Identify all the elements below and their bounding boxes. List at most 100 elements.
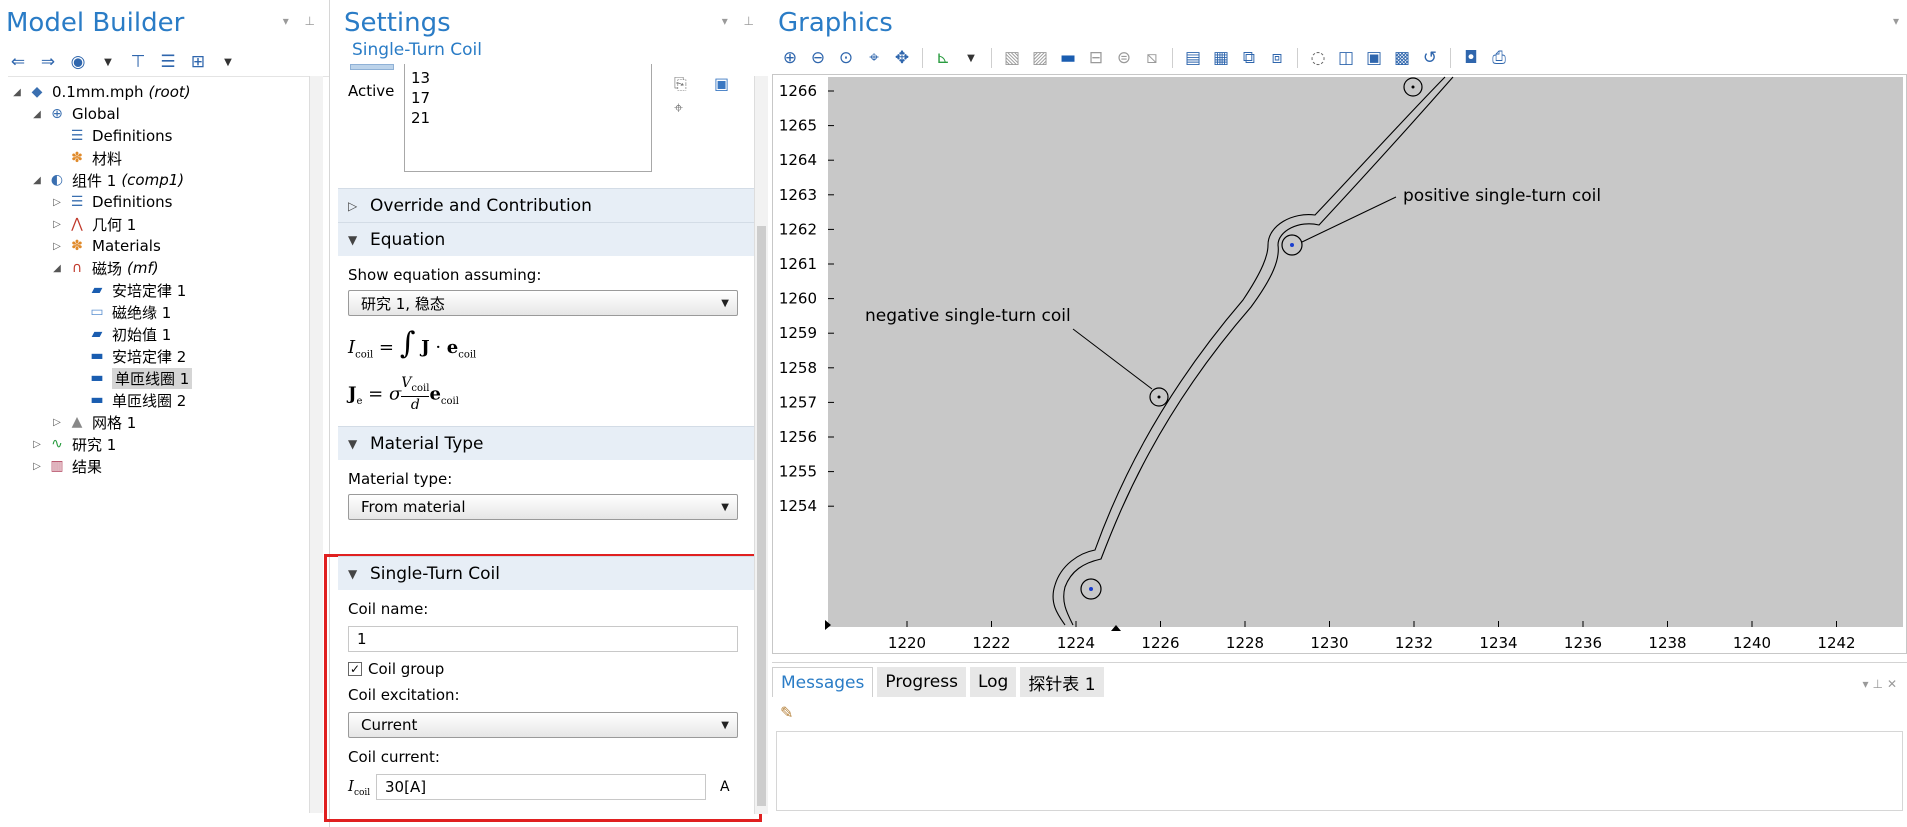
paste-icon[interactable]: ⎘ [674,74,687,94]
hide-icon[interactable]: ◌ [1306,46,1330,70]
print-icon[interactable]: ⎙ [1487,46,1511,70]
material-type-section-header[interactable]: ▼ Material Type [338,426,768,460]
tree-node[interactable]: ▰ 初始值 1 [8,323,329,345]
tree-expanded-icon[interactable]: ◢ [10,87,24,98]
messages-tab[interactable]: Progress [877,667,966,697]
tree-expanded-icon[interactable]: ◢ [30,109,44,120]
tree-node[interactable]: ▷ ⋀ 几何 1 [8,213,329,235]
geometry-plot[interactable]: 1266 1265 1264 1263 1262 1261 1260 1259 1258 1257… [773,75,1906,653]
coil-group-row[interactable]: ✓ Coil group [338,658,756,680]
settings-scrollbar[interactable] [754,76,768,814]
override-section-header[interactable]: ▷ Override and Contribution [338,188,768,222]
messages-content[interactable] [776,731,1903,811]
zoom-selected-icon[interactable]: ⌖ [862,46,886,70]
select-domains-icon[interactable]: ▧ [1000,46,1024,70]
select-objects-icon[interactable]: ▬ [1056,46,1080,70]
tree-collapsed-icon[interactable]: ▷ [50,241,64,252]
expand-all-icon[interactable]: ☰ [156,50,180,74]
tree-node[interactable]: ▬ 安培定律 2 [8,345,329,367]
tree-collapsed-icon[interactable]: ▷ [30,439,44,450]
invert-selection-icon[interactable]: ⧉ [1237,46,1261,70]
coil-excitation-select[interactable]: Current ▼ [348,712,738,738]
clear-selection-icon[interactable]: ⧅ [1140,46,1164,70]
material-type-select[interactable]: From material ▼ [348,494,738,520]
coil-name-input[interactable]: 1 [348,626,738,652]
coil-group-label: Coil group [368,660,445,678]
selection-item[interactable]: 17 [411,88,645,108]
tree-node[interactable]: ▷ ▲ 网格 1 [8,411,329,433]
camera-icon[interactable]: ◘ [1459,46,1483,70]
messages-tab[interactable]: 探针表 1 [1020,667,1104,697]
model-tree-scrollbar[interactable] [309,76,323,813]
selection-list[interactable]: 13 17 21 [404,64,652,172]
chevron-down-icon: ▼ [348,436,358,451]
back-arrow-icon[interactable]: ⇐ [6,50,30,74]
coil-current-input[interactable]: 30[A] [376,774,706,800]
dropdown-icon-3[interactable]: ▼ [959,46,983,70]
select-caret-icon: ▼ [721,297,729,309]
tree-node[interactable]: ✽ 材料 [8,147,329,169]
select-box-icon[interactable]: ▤ [1181,46,1205,70]
tree-node[interactable]: ▭ 磁绝缘 1 [8,301,329,323]
single-turn-coil-section-header[interactable]: ▼ Single-Turn Coil [338,556,756,590]
tree-node[interactable]: ◢ ⊕ Global [8,103,329,125]
transparency-icon[interactable]: ▣ [1362,46,1386,70]
tree-node[interactable]: ☰ Definitions [8,125,329,147]
zoom-to-selection-icon[interactable]: ⌖ [674,98,683,118]
selection-item[interactable]: 21 [411,108,645,128]
select-points-icon[interactable]: ⊜ [1112,46,1136,70]
axes-icon[interactable]: ⊾ [931,46,955,70]
tree-expanded-icon[interactable]: ◢ [50,263,64,274]
y-tick-label: 1254 [779,497,817,515]
select-boundaries-icon[interactable]: ▨ [1028,46,1052,70]
equation-section-header[interactable]: ▼ Equation [338,222,768,256]
tree-options-icon[interactable]: ⊞ [186,50,210,74]
settings-scroll-thumb[interactable] [757,226,766,806]
tree-node[interactable]: ◢ ◐ 组件 1 (comp1) [8,169,329,191]
forward-arrow-icon[interactable]: ⇒ [36,50,60,74]
view-icon[interactable]: ▩ [1390,46,1414,70]
tree-node[interactable]: ▷ ▥ 结果 [8,455,329,477]
selection-item[interactable]: 13 [411,68,645,88]
tree-collapsed-icon[interactable]: ▷ [30,461,44,472]
selection-filter-icon-2[interactable]: ⧈ [1265,46,1289,70]
model-builder-panel: Model Builder ▾ ⊥ ⇐ ⇒ ◉ ▼ ⊤ ☰ ⊞ ▼ ◢ ◆ 0.1m… [0,0,330,827]
zoom-box-icon[interactable]: ⊙ [834,46,858,70]
coil-group-checkbox[interactable]: ✓ [348,662,362,676]
tree-expanded-icon[interactable]: ◢ [30,175,44,186]
tree-collapsed-icon[interactable]: ▷ [50,417,64,428]
tree-node[interactable]: ▬ 单匝线圈 1 [8,367,329,389]
panel-menu-icon[interactable]: ▾ [1893,14,1905,28]
tree-collapsed-icon[interactable]: ▷ [50,219,64,230]
tree-collapsed-icon[interactable]: ▷ [50,197,64,208]
select-edges-icon[interactable]: ⊟ [1084,46,1108,70]
zoom-out-icon[interactable]: ⊖ [806,46,830,70]
tree-node[interactable]: ◢ ◆ 0.1mm.mph (root) [8,81,329,103]
tree-node[interactable]: ▷ ✽ Materials [8,235,329,257]
messages-panel-controls-icon[interactable]: ▾⊥✕ [1862,677,1901,691]
zoom-extents-icon[interactable]: ✥ [890,46,914,70]
select-all-icon[interactable]: ▦ [1209,46,1233,70]
reset-view-icon[interactable]: ↺ [1418,46,1442,70]
tree-node[interactable]: ▰ 安培定律 1 [8,279,329,301]
active-toggle-button[interactable] [350,64,394,70]
tree-node[interactable]: ▬ 单匝线圈 2 [8,389,329,411]
clear-messages-icon[interactable]: ✎ [772,697,1907,725]
dropdown-icon-2[interactable]: ▼ [216,50,240,74]
messages-tab[interactable]: Messages [772,667,874,697]
tree-node[interactable]: ▷ ☰ Definitions [8,191,329,213]
show-hidden-icon[interactable]: ◫ [1334,46,1358,70]
messages-tab[interactable]: Log [969,667,1017,697]
tree-node[interactable]: ◢ ∩ 磁场 (mf) [8,257,329,279]
selection-filter-icon[interactable]: ▣ [714,74,729,93]
panel-pin-icon-settings[interactable]: ▾ ⊥ [722,14,760,28]
dropdown-icon[interactable]: ▼ [96,50,120,74]
collapse-all-icon[interactable]: ⊤ [126,50,150,74]
y-tick-label: 1255 [779,463,817,481]
show-equation-select[interactable]: 研究 1, 稳态 ▼ [348,290,738,316]
tree-node[interactable]: ▷ ∿ 研究 1 [8,433,329,455]
graphics-canvas[interactable]: 1266 1265 1264 1263 1262 1261 1260 1259 1258 1257… [772,74,1907,654]
zoom-in-icon[interactable]: ⊕ [778,46,802,70]
show-icon[interactable]: ◉ [66,50,90,74]
panel-pin-icon[interactable]: ▾ ⊥ [283,14,321,28]
